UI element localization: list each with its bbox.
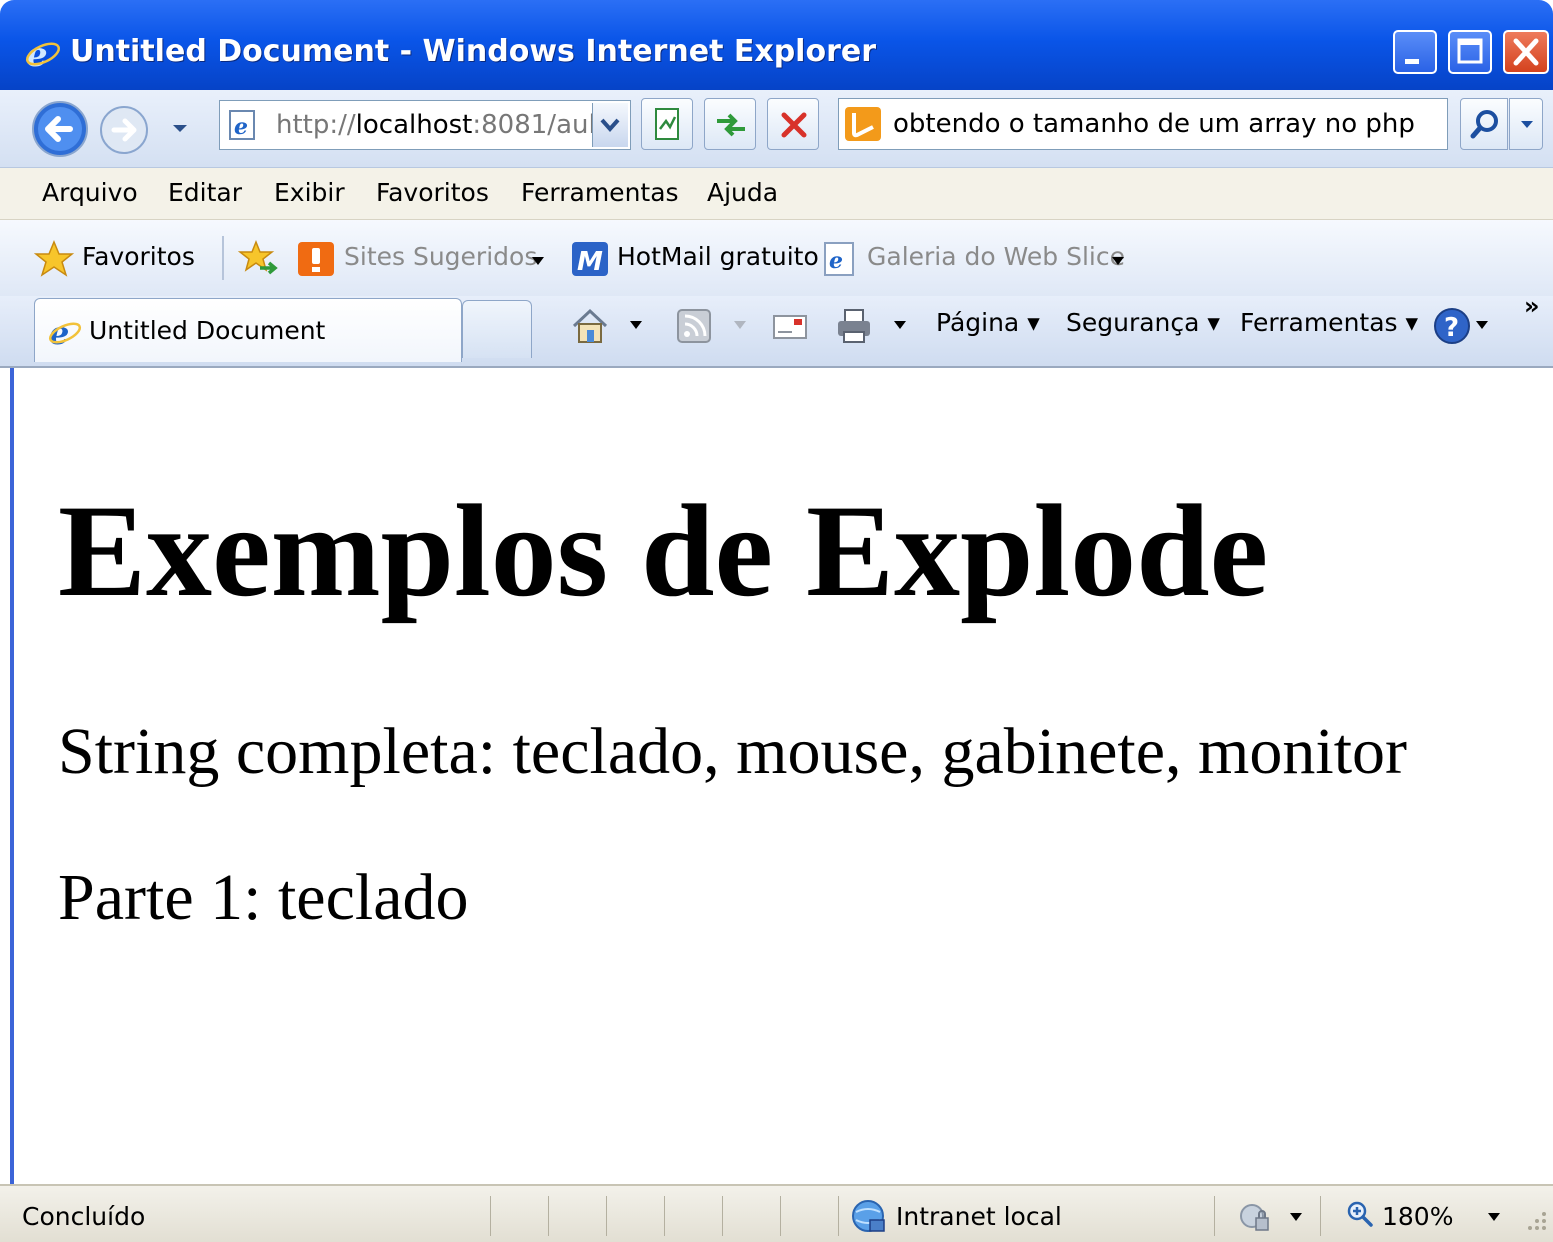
read-mail-icon[interactable] (770, 306, 810, 346)
status-divider (838, 1196, 839, 1236)
help-icon[interactable]: ? (1432, 306, 1472, 346)
chevron-down-icon[interactable] (732, 320, 748, 330)
web-slice-icon: e (824, 242, 854, 276)
home-icon[interactable] (570, 306, 610, 346)
favorites-star-icon[interactable] (34, 240, 74, 278)
page-menu-button[interactable]: Página ▾ (936, 308, 1040, 337)
status-divider (1214, 1196, 1215, 1236)
paragraph-string-completa: String completa: teclado, mouse, gabinet… (58, 715, 1408, 788)
tab-untitled-document[interactable]: e Untitled Document (34, 298, 462, 362)
refresh-button[interactable] (704, 98, 756, 150)
search-icon (1470, 110, 1498, 139)
status-divider (780, 1196, 781, 1236)
zoom-icon[interactable] (1346, 1200, 1374, 1228)
svg-text:e: e (829, 248, 843, 274)
chevron-down-icon[interactable] (530, 256, 546, 266)
search-button[interactable] (1460, 98, 1508, 150)
tab-title: Untitled Document (89, 316, 326, 345)
chevron-down-icon[interactable] (170, 118, 190, 138)
favorites-button[interactable]: Favoritos (82, 242, 195, 271)
chevron-down-icon[interactable] (628, 320, 644, 330)
bing-logo-icon (845, 107, 881, 141)
refresh-icon (717, 113, 745, 137)
chevron-down-icon[interactable] (1474, 320, 1490, 330)
menu-arquivo[interactable]: Arquivo (42, 178, 138, 207)
url-prefix: http:// (276, 110, 356, 140)
compatibility-icon (655, 108, 679, 140)
menu-editar[interactable]: Editar (168, 178, 242, 207)
add-to-favorites-bar-icon[interactable] (238, 240, 280, 278)
search-query: obtendo o tamanho de um array no php (893, 109, 1415, 139)
search-input[interactable]: obtendo o tamanho de um array no php (838, 98, 1448, 150)
minimize-button[interactable] (1393, 30, 1437, 74)
status-divider (664, 1196, 665, 1236)
back-button[interactable] (30, 100, 94, 158)
close-button[interactable] (1503, 30, 1549, 74)
status-divider (490, 1196, 491, 1236)
ie-logo-icon: e (25, 36, 61, 72)
favorites-item-hotmail[interactable]: HotMail gratuito (617, 242, 819, 271)
url-host: localhost (355, 110, 473, 140)
svg-text:e: e (49, 315, 69, 349)
maximize-icon (1457, 38, 1483, 64)
suggested-sites-icon (298, 242, 334, 276)
stop-icon (781, 112, 807, 138)
svg-text:?: ? (1444, 313, 1459, 343)
stop-button[interactable] (767, 98, 819, 150)
favorites-item-sites-sugeridos[interactable]: Sites Sugeridos (344, 242, 537, 271)
chevron-down-icon[interactable] (1486, 1212, 1502, 1222)
maximize-button[interactable] (1448, 30, 1492, 74)
favorites-item-web-slice[interactable]: Galeria do Web Slice (867, 242, 1125, 271)
security-menu-label: Segurança (1066, 308, 1200, 337)
address-dropdown-button[interactable] (592, 103, 628, 147)
resize-grip-icon[interactable] (1522, 1206, 1550, 1234)
ie-logo-icon: e (48, 315, 82, 349)
hotmail-icon: M (572, 242, 608, 277)
chevron-down-icon (1521, 121, 1533, 128)
page-heading: Exemplos de Explode (58, 477, 1269, 624)
toolbar-divider (222, 236, 224, 280)
search-options-button[interactable] (1509, 98, 1543, 150)
zoom-level[interactable]: 180% (1382, 1202, 1453, 1231)
paragraph-parte-1: Parte 1: teclado (58, 861, 469, 934)
rss-feed-icon[interactable] (674, 306, 714, 346)
intranet-zone-icon (852, 1200, 885, 1232)
forward-button[interactable] (96, 104, 156, 156)
status-text: Concluído (22, 1202, 146, 1231)
menu-exibir[interactable]: Exibir (274, 178, 345, 207)
security-menu-button[interactable]: Segurança ▾ (1066, 308, 1220, 337)
status-divider (548, 1196, 549, 1236)
address-field[interactable]: e http://localhost:8081/aula, (219, 100, 631, 150)
compatibility-view-button[interactable] (641, 98, 693, 150)
page-menu-label: Página (936, 308, 1020, 337)
chevron-down-icon[interactable] (1288, 1212, 1304, 1222)
tools-menu-label: Ferramentas (1240, 308, 1398, 337)
security-zone-text: Intranet local (896, 1202, 1062, 1231)
tools-menu-button[interactable]: Ferramentas ▾ (1240, 308, 1418, 337)
ie-page-icon: e (229, 110, 255, 140)
protected-mode-icon[interactable] (1236, 1198, 1276, 1236)
status-divider (1320, 1196, 1321, 1236)
window-title: Untitled Document - Windows Internet Exp… (70, 34, 877, 69)
chevron-down-icon[interactable] (892, 320, 908, 330)
menu-favoritos[interactable]: Favoritos (376, 178, 489, 207)
close-icon (1513, 38, 1539, 66)
menu-ajuda[interactable]: Ajuda (707, 178, 778, 207)
new-tab-button[interactable] (462, 300, 532, 358)
printer-icon[interactable] (834, 306, 874, 346)
chevron-down-icon[interactable] (1110, 256, 1126, 266)
svg-text:M: M (577, 247, 603, 277)
chevron-right-icon[interactable]: » (1524, 292, 1540, 320)
address-url: http://localhost:8081/aula, (276, 110, 620, 140)
chevron-down-icon (600, 118, 620, 133)
minimize-icon (1405, 59, 1419, 64)
menu-ferramentas[interactable]: Ferramentas (521, 178, 679, 207)
status-divider (722, 1196, 723, 1236)
status-divider (606, 1196, 607, 1236)
svg-text:e: e (234, 114, 248, 140)
